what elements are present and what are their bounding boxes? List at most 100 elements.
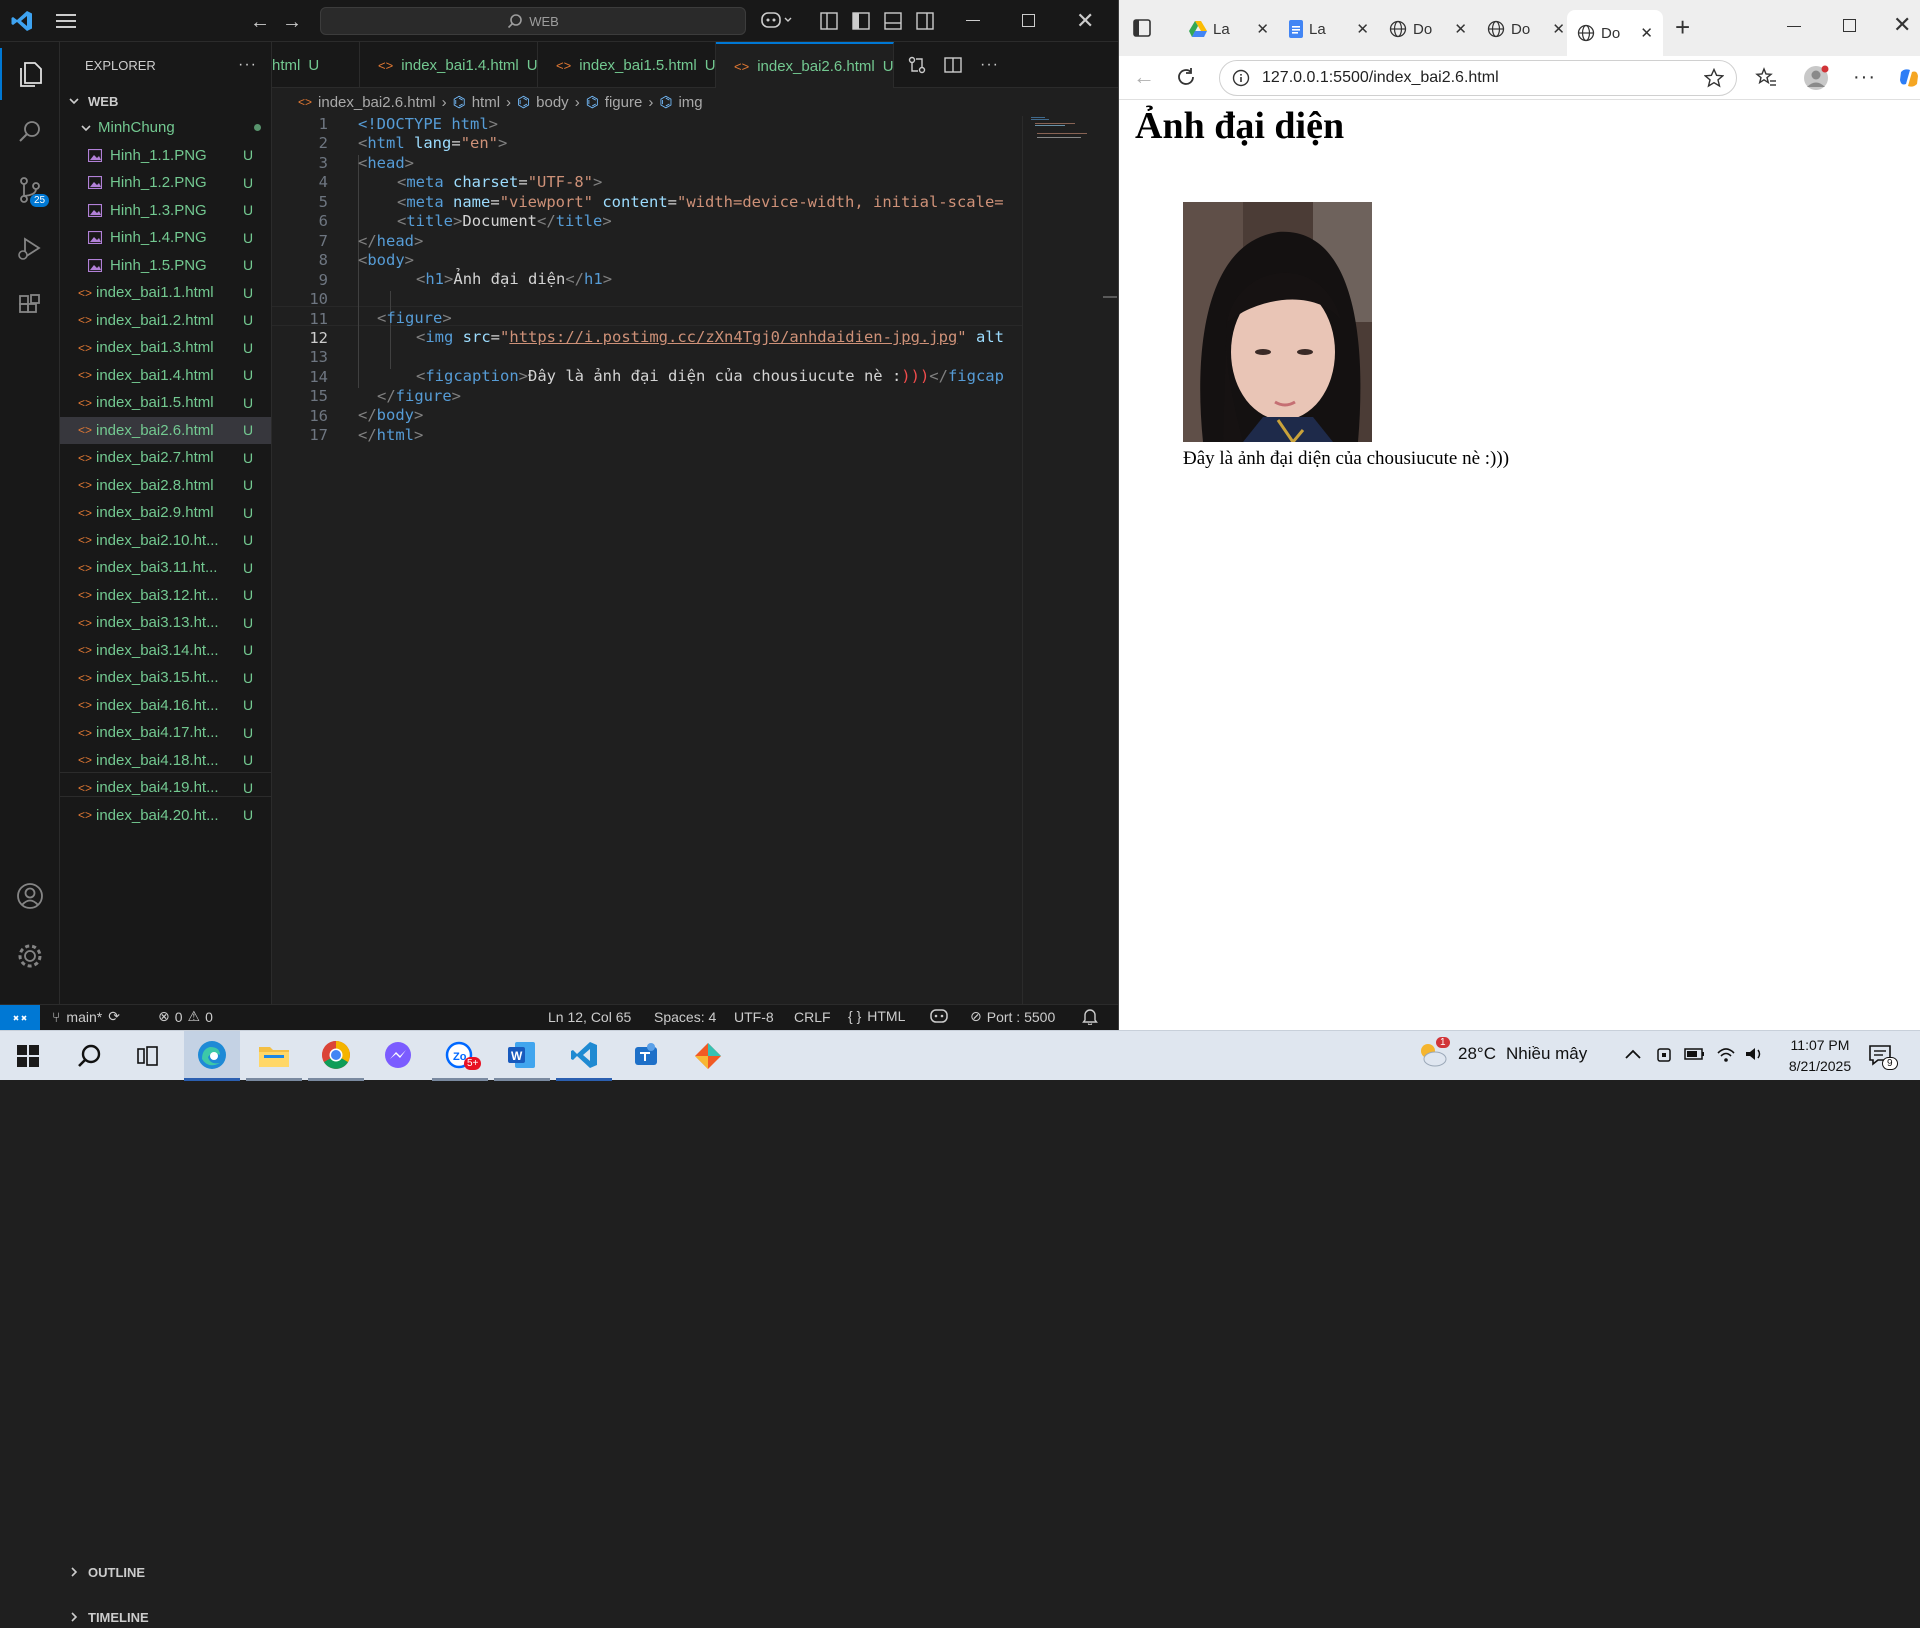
tab-html[interactable]: html U <box>272 42 360 88</box>
breadcrumb-item[interactable]: body <box>536 94 569 111</box>
explorer-icon[interactable] <box>0 48 60 100</box>
notification-center-icon[interactable]: 9 <box>1868 1043 1898 1070</box>
weather-widget[interactable]: 1 28°C Nhiều mây <box>1416 1037 1587 1069</box>
explorer-html-file[interactable]: <> index_bai4.18.ht... U <box>60 747 271 775</box>
favorite-star-icon[interactable] <box>1704 68 1724 88</box>
file-explorer-icon[interactable] <box>246 1031 302 1081</box>
browser-tab[interactable]: La ✕ <box>1179 12 1279 46</box>
explorer-html-file[interactable]: <> index_bai4.20.ht... U <box>60 802 271 830</box>
toggle-sidebar-icon[interactable] <box>852 12 870 30</box>
word-icon[interactable]: W <box>494 1031 550 1081</box>
live-server-port[interactable]: ⊘ Port : 5500 <box>970 1008 1055 1025</box>
tab-actions-icon[interactable] <box>1133 19 1151 37</box>
explorer-html-file[interactable]: <> index_bai3.13.ht... U <box>60 609 271 637</box>
problems-indicator[interactable]: ⊗ 0 ⚠ 0 <box>158 1008 213 1025</box>
edge-icon[interactable] <box>184 1031 240 1081</box>
explorer-image-file[interactable]: Hinh_1.3.PNG U <box>60 197 271 225</box>
close-tab-icon[interactable]: ✕ <box>1552 20 1565 38</box>
line-ending[interactable]: CRLF <box>794 1009 831 1025</box>
explorer-html-file[interactable]: <> index_bai1.3.html U <box>60 334 271 362</box>
profile-avatar[interactable] <box>1803 65 1829 91</box>
split-editor-icon[interactable] <box>944 56 962 74</box>
close-button[interactable]: ✕ <box>1076 8 1094 34</box>
forward-arrow-icon[interactable]: → <box>282 11 302 34</box>
explorer-html-file[interactable]: <> index_bai3.14.ht... U <box>60 637 271 665</box>
cursor-position[interactable]: Ln 12, Col 65 <box>548 1009 631 1025</box>
maximize-button[interactable] <box>1843 19 1856 32</box>
task-view-icon[interactable] <box>120 1031 176 1081</box>
language-mode[interactable]: { } HTML <box>848 1008 905 1024</box>
meet-now-icon[interactable] <box>1656 1046 1674 1064</box>
url-bar[interactable]: 127.0.0.1:5500/index_bai2.6.html <box>1219 60 1737 96</box>
git-app-icon[interactable] <box>680 1031 736 1081</box>
explorer-html-file[interactable]: <> index_bai1.4.html U <box>60 362 271 390</box>
explorer-html-file[interactable]: <> index_bai1.5.html U <box>60 389 271 417</box>
chevron-up-icon[interactable] <box>1624 1048 1642 1060</box>
toggle-panel-icon[interactable] <box>884 12 902 30</box>
workspace-section[interactable]: WEB <box>60 88 271 114</box>
toggle-secondary-sidebar-icon[interactable] <box>916 12 934 30</box>
explorer-html-file[interactable]: <> index_bai1.1.html U <box>60 279 271 307</box>
open-changes-icon[interactable] <box>908 56 926 74</box>
explorer-html-file[interactable]: <> index_bai4.16.ht... U <box>60 692 271 720</box>
explorer-image-file[interactable]: Hinh_1.2.PNG U <box>60 169 271 197</box>
tab-index-bai1-5[interactable]: <> index_bai1.5.html U <box>538 42 716 88</box>
tab-index-bai1-4[interactable]: <> index_bai1.4.html U <box>360 42 538 88</box>
indentation[interactable]: Spaces: 4 <box>654 1009 716 1025</box>
browser-tab[interactable]: Do ✕ <box>1379 12 1477 46</box>
remote-indicator-icon[interactable] <box>0 1005 40 1030</box>
source-control-icon[interactable]: 25 <box>0 164 60 216</box>
start-windows-icon[interactable] <box>0 1031 56 1081</box>
menu-icon[interactable] <box>56 12 78 30</box>
battery-icon[interactable] <box>1684 1047 1706 1061</box>
more-menu-icon[interactable]: ··· <box>1853 66 1876 89</box>
explorer-html-file[interactable]: <> index_bai2.9.html U <box>60 499 271 527</box>
more-actions-icon[interactable]: ··· <box>980 56 999 74</box>
explorer-html-file[interactable]: <> index_bai2.10.ht... U <box>60 527 271 555</box>
close-tab-icon[interactable]: ✕ <box>1356 20 1369 38</box>
wifi-icon[interactable] <box>1716 1045 1736 1063</box>
maximize-button[interactable] <box>1022 14 1035 27</box>
browser-tab[interactable]: La ✕ <box>1279 12 1379 46</box>
close-tab-icon[interactable]: ✕ <box>1640 24 1653 42</box>
explorer-html-file[interactable]: <> index_bai3.12.ht... U <box>60 582 271 610</box>
customize-layout-icon[interactable] <box>820 12 838 30</box>
close-tab-icon[interactable]: ✕ <box>1256 20 1269 38</box>
search-icon[interactable] <box>0 106 60 158</box>
explorer-html-file[interactable]: <> index_bai3.15.ht... U <box>60 664 271 692</box>
tab-index-bai2-6[interactable]: <> index_bai2.6.html U ✕ <box>716 42 894 88</box>
minimize-button[interactable] <box>1787 26 1801 27</box>
sync-icon[interactable]: ⟳ <box>108 1008 120 1025</box>
new-tab-button[interactable]: + <box>1675 12 1690 43</box>
run-debug-icon[interactable] <box>0 222 60 274</box>
copilot-icon[interactable] <box>760 10 794 30</box>
minimize-button[interactable] <box>966 20 980 21</box>
volume-icon[interactable] <box>1744 1045 1764 1063</box>
close-tab-icon[interactable]: ✕ <box>1454 20 1467 38</box>
explorer-image-file[interactable]: Hinh_1.5.PNG U <box>60 252 271 280</box>
explorer-html-file[interactable]: <> index_bai3.11.ht... U <box>60 554 271 582</box>
messenger-icon[interactable] <box>370 1031 426 1081</box>
back-arrow-icon[interactable]: ← <box>250 11 270 34</box>
settings-gear-icon[interactable] <box>0 930 60 982</box>
minimap[interactable] <box>1022 116 1118 1004</box>
browser-tab-active[interactable]: Do ✕ <box>1567 10 1663 56</box>
breadcrumb-item[interactable]: img <box>678 94 702 111</box>
explorer-image-file[interactable]: Hinh_1.1.PNG U <box>60 142 271 170</box>
breadcrumb-item[interactable]: index_bai2.6.html <box>318 94 436 111</box>
image-url-link[interactable]: https://i.postimg.cc/zXn4Tgj0/anhdaidien… <box>509 328 957 346</box>
extensions-icon[interactable] <box>0 280 60 332</box>
breadcrumb-item[interactable]: html <box>472 94 500 111</box>
explorer-html-file[interactable]: <> index_bai4.19.ht... U <box>60 774 271 802</box>
back-arrow-icon[interactable]: ← <box>1133 64 1155 90</box>
explorer-image-file[interactable]: Hinh_1.4.PNG U <box>60 224 271 252</box>
explorer-html-file[interactable]: <> index_bai2.8.html U <box>60 472 271 500</box>
browser-tab[interactable]: Do ✕ <box>1477 12 1575 46</box>
more-actions-icon[interactable]: ··· <box>238 56 257 74</box>
teams-icon[interactable] <box>618 1031 674 1081</box>
close-window-button[interactable]: ✕ <box>1893 12 1911 38</box>
folder-minhchung[interactable]: MinhChung <box>60 114 271 142</box>
search-icon[interactable] <box>62 1031 118 1081</box>
breadcrumb-item[interactable]: figure <box>605 94 643 111</box>
notification-bell-icon[interactable] <box>1082 1008 1098 1025</box>
